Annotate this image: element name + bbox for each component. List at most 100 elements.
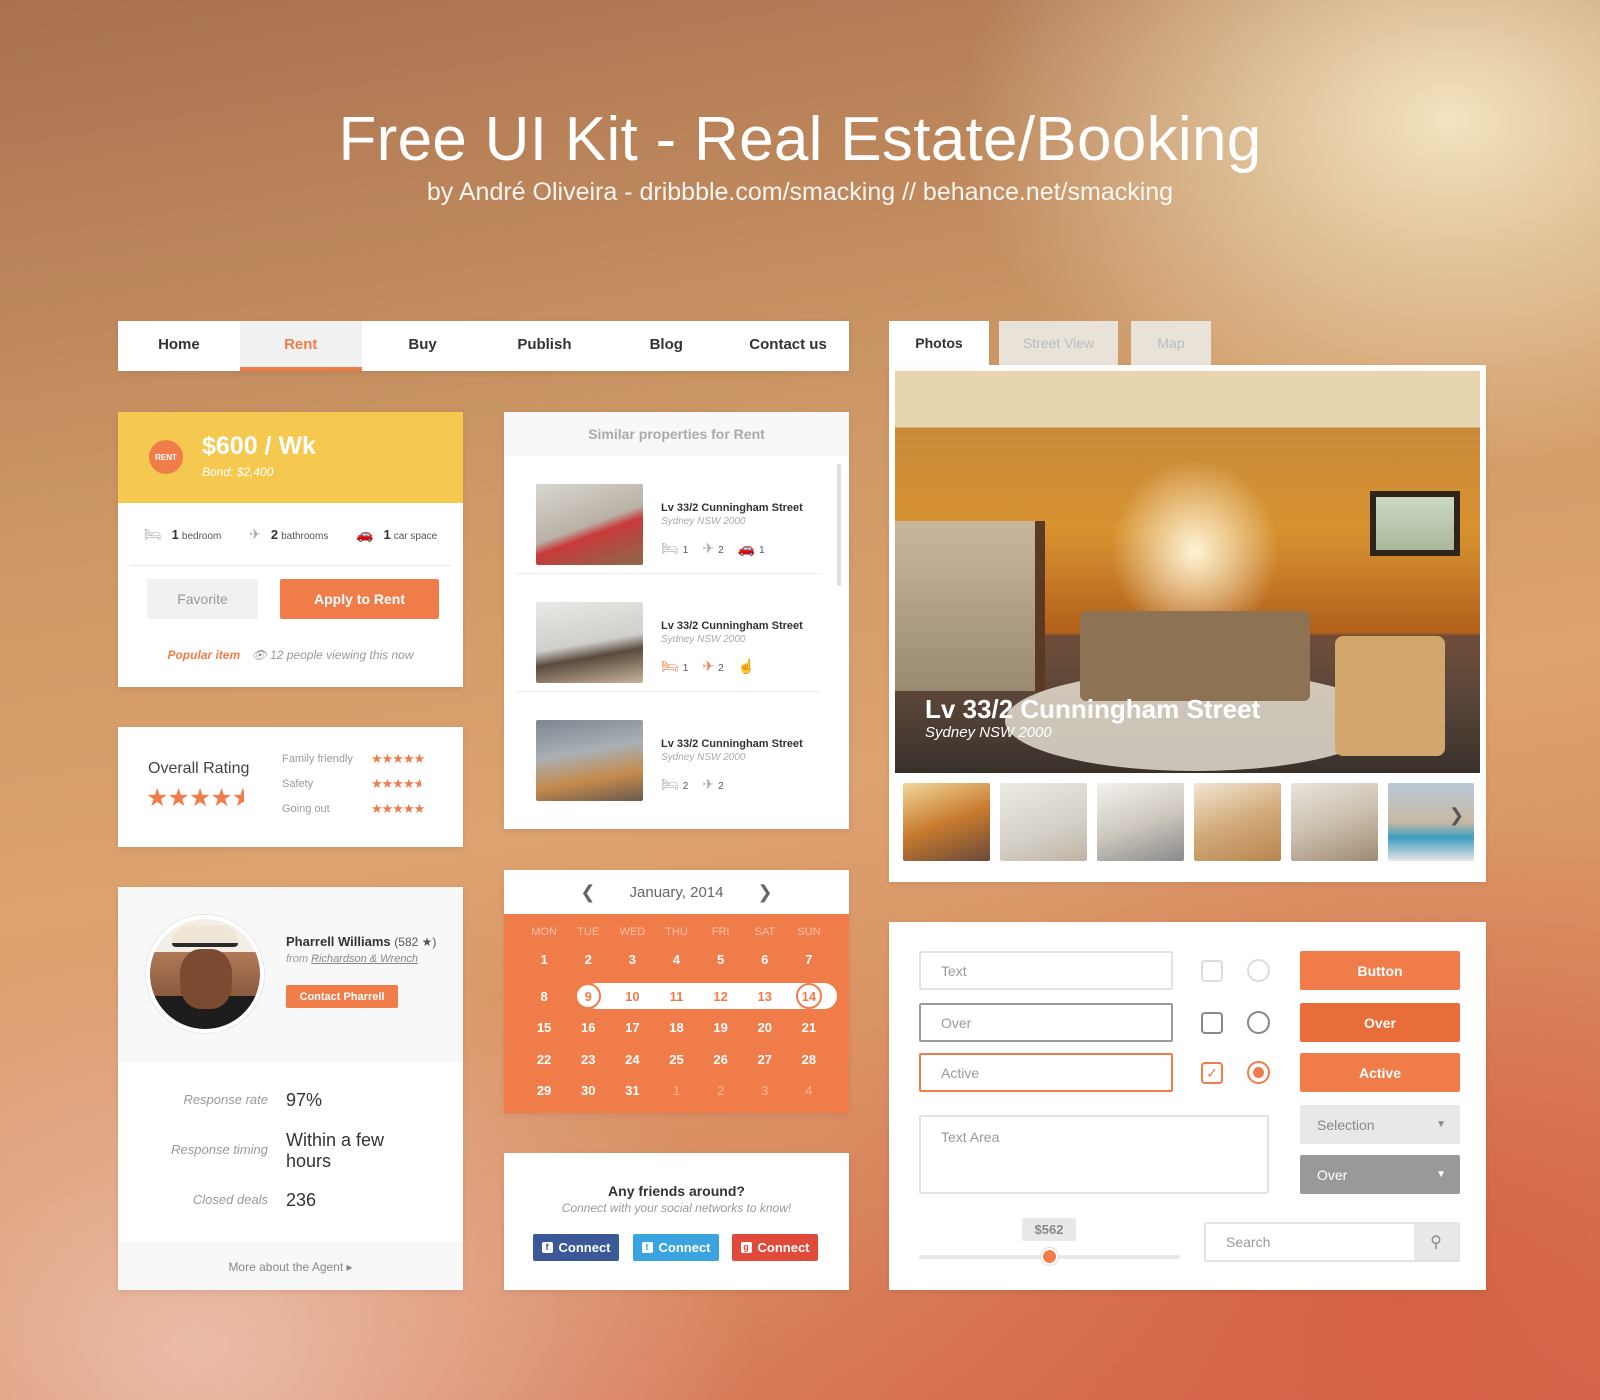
calendar-day[interactable]: 19 — [699, 1020, 743, 1035]
tab-photos[interactable]: Photos — [889, 321, 989, 365]
list-item[interactable]: Lv 33/2 Cunningham Street Sydney NSW 200… — [516, 574, 821, 692]
text-area[interactable]: Text Area — [919, 1115, 1269, 1194]
text-input-active[interactable]: Active — [919, 1053, 1173, 1092]
radio[interactable] — [1247, 959, 1270, 982]
checkbox[interactable] — [1201, 960, 1223, 982]
property-thumbnail — [536, 484, 643, 565]
apply-to-rent-button[interactable]: Apply to Rent — [280, 579, 439, 619]
calendar-day[interactable]: 30 — [566, 1083, 610, 1098]
gallery-thumbnail[interactable] — [903, 783, 990, 861]
nav-item-blog[interactable]: Blog — [605, 321, 727, 371]
twitter-connect-button[interactable]: t Connect — [633, 1234, 719, 1261]
checkbox-checked[interactable]: ✓ — [1201, 1062, 1223, 1084]
property-location: Sydney NSW 2000 — [661, 752, 746, 763]
car-icon: 🚗 — [356, 525, 374, 542]
stat-label: Response rate — [183, 1092, 268, 1107]
calendar-day-next-month[interactable]: 3 — [743, 1083, 787, 1098]
calendar-day[interactable]: 4 — [654, 952, 698, 967]
price-slider-handle[interactable] — [1041, 1248, 1058, 1265]
chevron-right-icon[interactable]: ❯ — [757, 882, 772, 903]
calendar-day[interactable]: 13 — [743, 989, 787, 1004]
more-about-agent-link[interactable]: More about the Agent ▸ — [118, 1260, 463, 1274]
calendar-day[interactable]: 3 — [610, 952, 654, 967]
calendar-day[interactable]: 26 — [699, 1052, 743, 1067]
list-item[interactable]: Lv 33/2 Cunningham Street Sydney NSW 200… — [516, 692, 821, 810]
select-value: Over — [1317, 1166, 1348, 1183]
calendar-day-range-start[interactable]: 9 — [566, 983, 610, 1009]
favorite-button[interactable]: Favorite — [147, 579, 258, 619]
calendar-day[interactable]: 29 — [522, 1083, 566, 1098]
agent-agency-row: from Richardson & Wrench — [286, 953, 418, 965]
text-input-over[interactable]: Over — [919, 1003, 1173, 1042]
primary-button-active[interactable]: Active — [1300, 1053, 1460, 1092]
nav-item-buy[interactable]: Buy — [362, 321, 484, 371]
chevron-right-icon[interactable]: ❯ — [1449, 805, 1464, 826]
calendar-day[interactable]: 18 — [654, 1020, 698, 1035]
nav-item-publish[interactable]: Publish — [483, 321, 605, 371]
calendar-day-next-month[interactable]: 2 — [699, 1083, 743, 1098]
facebook-connect-button[interactable]: f Connect — [533, 1234, 619, 1261]
calendar-day[interactable]: 27 — [743, 1052, 787, 1067]
calendar-day-next-month[interactable]: 4 — [787, 1083, 831, 1098]
calendar-day[interactable]: 22 — [522, 1052, 566, 1067]
calendar-day[interactable]: 25 — [654, 1052, 698, 1067]
nav-item-rent[interactable]: Rent — [239, 321, 362, 371]
gallery-thumbnail[interactable] — [1291, 783, 1378, 861]
bathrooms-label: bathrooms — [281, 530, 329, 542]
calendar-day[interactable]: 11 — [654, 989, 698, 1004]
property-title: Lv 33/2 Cunningham Street — [661, 620, 803, 632]
nav-item-contact[interactable]: Contact us — [727, 321, 849, 371]
primary-button-over[interactable]: Over — [1300, 1003, 1460, 1042]
calendar-day[interactable]: 5 — [699, 952, 743, 967]
calendar-day[interactable]: 16 — [566, 1020, 610, 1035]
calendar-day[interactable]: 8 — [522, 989, 566, 1004]
select-dropdown[interactable]: Selection ▼ — [1300, 1105, 1460, 1144]
chevron-left-icon[interactable]: ❮ — [580, 882, 595, 903]
calendar-day[interactable]: 24 — [610, 1052, 654, 1067]
google-plus-connect-button[interactable]: g Connect — [732, 1234, 818, 1261]
text-input[interactable]: Text — [919, 951, 1173, 990]
calendar-day[interactable]: 7 — [787, 952, 831, 967]
calendar-day[interactable]: 17 — [610, 1020, 654, 1035]
gallery-thumbnail[interactable] — [1194, 783, 1281, 861]
calendar-day[interactable]: 20 — [743, 1020, 787, 1035]
contact-agent-button[interactable]: Contact Pharrell — [286, 985, 398, 1008]
calendar-day[interactable]: 2 — [566, 952, 610, 967]
calendar-week: 8 9 10 11 12 13 14 — [522, 983, 831, 1009]
calendar-day[interactable]: 31 — [610, 1083, 654, 1098]
rating-label: Going out — [282, 803, 330, 815]
calendar-day-next-month[interactable]: 1 — [654, 1083, 698, 1098]
checkbox-over[interactable] — [1201, 1012, 1223, 1034]
nav-item-home[interactable]: Home — [118, 321, 240, 371]
radio-over[interactable] — [1247, 1011, 1270, 1034]
gallery-thumbnail[interactable] — [1000, 783, 1087, 861]
scrollbar[interactable] — [837, 464, 841, 586]
list-item[interactable]: Lv 33/2 Cunningham Street Sydney NSW 200… — [516, 456, 821, 574]
gallery-thumbnail[interactable] — [1097, 783, 1184, 861]
shower-icon: ✈ — [702, 540, 715, 556]
agent-review-count: (582 ★) — [394, 935, 437, 949]
calendar-day[interactable]: 21 — [787, 1020, 831, 1035]
calendar-week: 22 23 24 25 26 27 28 — [522, 1046, 831, 1072]
tab-map[interactable]: Map — [1131, 321, 1211, 365]
search-button[interactable]: ⚲ — [1414, 1224, 1458, 1260]
calendar-day[interactable]: 28 — [787, 1052, 831, 1067]
calendar-day[interactable]: 10 — [610, 989, 654, 1004]
listing-header: RENT $600 / Wk Bond: $2,400 — [118, 412, 463, 503]
calendar-day[interactable]: 23 — [566, 1052, 610, 1067]
main-photo[interactable]: Lv 33/2 Cunningham Street Sydney NSW 200… — [895, 371, 1480, 773]
search-field[interactable]: Search ⚲ — [1204, 1222, 1460, 1262]
calendar-day-range-end[interactable]: 14 — [787, 983, 831, 1009]
search-input[interactable]: Search — [1226, 1234, 1270, 1250]
calendar-day[interactable]: 12 — [699, 989, 743, 1004]
agency-link[interactable]: Richardson & Wrench — [311, 953, 418, 965]
tab-street-view[interactable]: Street View — [999, 321, 1118, 365]
select-dropdown-over[interactable]: Over ▼ — [1300, 1155, 1460, 1194]
bed-icon: 🛏 — [661, 658, 679, 674]
primary-button[interactable]: Button — [1300, 951, 1460, 990]
rating-row-family: Family friendly ★★★★★ — [282, 751, 452, 766]
calendar-day[interactable]: 6 — [743, 952, 787, 967]
calendar-day[interactable]: 15 — [522, 1020, 566, 1035]
radio-selected[interactable] — [1247, 1061, 1270, 1084]
calendar-day[interactable]: 1 — [522, 952, 566, 967]
